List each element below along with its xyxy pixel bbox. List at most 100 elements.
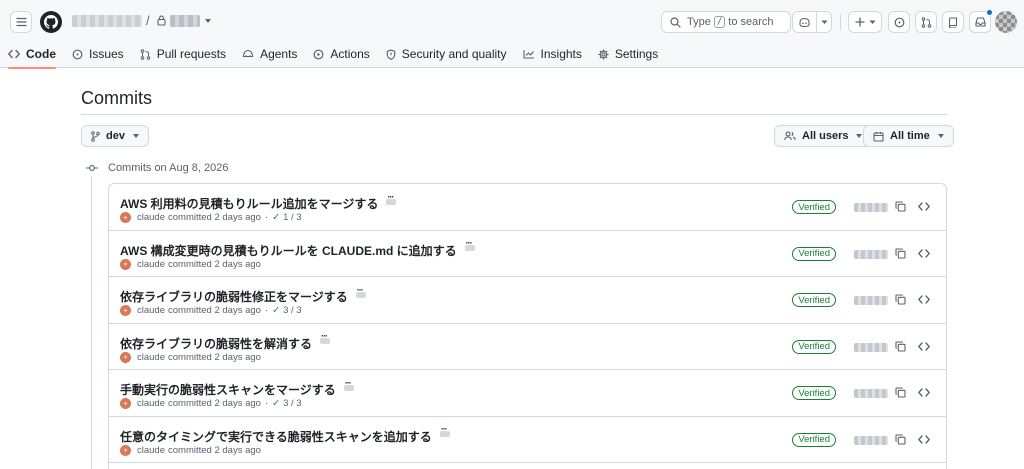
repositories-shortcut-button[interactable] [942,11,964,33]
commit-author[interactable]: claude [137,305,165,316]
issues-shortcut-button[interactable] [888,11,910,33]
browse-code-icon[interactable] [918,201,930,212]
commit-meta: claude committed 2 days ago · ✓ 3 / 3 [120,305,302,316]
commit-sha-redacted[interactable] [854,342,888,352]
expand-message-button[interactable] [439,424,450,437]
verified-badge[interactable]: Verified [792,339,836,354]
chevron-down-icon[interactable] [205,19,211,23]
commit-author[interactable]: claude [137,212,165,223]
calendar-icon [873,131,884,142]
breadcrumb-owner-redacted[interactable] [72,15,142,27]
browse-code-icon[interactable] [918,434,930,445]
browse-code-icon[interactable] [918,387,930,398]
inbox-button[interactable] [969,9,993,33]
commit-author[interactable]: claude [137,259,165,270]
copy-icon[interactable] [895,294,906,305]
copy-icon[interactable] [895,387,906,398]
author-avatar[interactable] [120,212,131,223]
commit-title-row: 任意のタイミングで実行できる脆弱性スキャンを追加する [120,424,450,445]
global-header: / Type / to search Code Issues Pull requ… [0,0,1024,69]
pull-request-icon [921,16,931,28]
tab-pull-requests[interactable]: Pull requests [132,40,234,68]
commit-title[interactable]: AWS 構成変更時の見積もりルールを CLAUDE.md に追加する [120,242,457,259]
commit-author[interactable]: claude [137,398,165,409]
commit-time: committed 2 days ago [168,258,261,270]
tab-insights[interactable]: Insights [515,40,590,68]
check-icon[interactable]: ✓ [272,212,280,223]
menu-button[interactable] [10,11,32,33]
check-icon[interactable]: ✓ [272,398,280,409]
commit-row: AWS 構成変更時の見積もりルールを CLAUDE.md に追加する claud… [109,231,946,277]
copy-icon[interactable] [895,247,906,259]
author-avatar[interactable] [120,444,131,456]
code-icon [8,49,20,59]
users-filter-label: All users [802,130,849,142]
search-input[interactable]: Type / to search [661,11,791,33]
commit-row: AWS 利用料の見積もりルール追加をマージする claude committed… [109,184,946,231]
tab-settings[interactable]: Settings [590,40,666,68]
users-filter-button[interactable]: All users [774,125,873,147]
expand-message-button[interactable] [464,238,475,251]
commit-author[interactable]: claude [137,445,165,456]
check-icon[interactable]: ✓ [272,305,280,316]
create-new-button[interactable] [848,11,882,33]
time-filter-label: All time [890,130,930,142]
user-avatar[interactable] [995,11,1017,33]
commit-sha-redacted[interactable] [854,249,888,259]
expand-message-button[interactable] [386,192,397,205]
header-divider [840,14,841,30]
commit-time: committed 2 days ago [168,444,261,456]
commit-title[interactable]: 手動実行の脆弱性スキャンをマージする [120,381,336,398]
commit-title[interactable]: 依存ライブラリの脆弱性を解消する [120,335,312,352]
pull-requests-shortcut-button[interactable] [915,11,937,33]
author-avatar[interactable] [120,258,131,270]
browse-code-icon[interactable] [918,341,930,352]
copy-icon[interactable] [895,201,906,212]
tab-agents[interactable]: Agents [234,40,305,68]
commit-author[interactable]: claude [137,352,165,363]
expand-message-button[interactable] [355,285,366,298]
check-count[interactable]: 3 / 3 [283,398,302,409]
expand-message-button[interactable] [320,331,331,344]
tab-label: Insights [540,47,582,61]
commit-meta: claude committed 2 days ago [120,444,261,456]
verified-badge[interactable]: Verified [792,200,836,214]
commit-title[interactable]: 依存ライブラリの脆弱性修正をマージする [120,288,348,305]
verified-badge[interactable]: Verified [792,293,836,307]
commit-sha-redacted[interactable] [854,203,888,212]
commit-title[interactable]: AWS 利用料の見積もりルール追加をマージする [120,195,378,212]
search-label-before: Type [687,16,711,28]
browse-code-icon[interactable] [918,248,930,259]
browse-code-icon[interactable] [918,294,930,305]
breadcrumb-repo-redacted[interactable] [170,15,200,27]
tab-code[interactable]: Code [0,40,64,69]
check-count[interactable]: 3 / 3 [283,305,302,316]
page-title: Commits [81,88,152,108]
copy-icon[interactable] [895,433,906,445]
tab-actions[interactable]: Actions [305,40,377,68]
time-filter-button[interactable]: All time [863,125,954,147]
commit-title[interactable]: 任意のタイミングで実行できる脆弱性スキャンを追加する [120,428,432,445]
branch-select-button[interactable]: dev [81,125,149,147]
tab-label: Agents [260,47,298,61]
copilot-button[interactable] [793,12,817,32]
github-logo-icon[interactable] [40,11,62,33]
inbox-icon [974,17,986,27]
author-avatar[interactable] [120,398,131,409]
commit-sha-redacted[interactable] [854,296,888,305]
verified-badge[interactable]: Verified [792,246,836,261]
author-avatar[interactable] [120,305,131,316]
tab-security-and-quality[interactable]: Security and quality [378,40,515,68]
commit-sha-redacted[interactable] [854,389,888,398]
verified-badge[interactable]: Verified [792,432,836,447]
expand-message-button[interactable] [343,378,354,391]
tab-issues[interactable]: Issues [64,40,132,68]
shield-icon [386,48,396,60]
commit-meta: claude committed 2 days ago · ✓ 1 / 3 [120,212,302,223]
copy-icon[interactable] [895,340,906,352]
commit-sha-redacted[interactable] [854,435,888,445]
copilot-menu-button[interactable] [817,12,831,32]
author-avatar[interactable] [120,351,131,363]
verified-badge[interactable]: Verified [792,386,836,400]
check-count[interactable]: 1 / 3 [283,212,302,223]
